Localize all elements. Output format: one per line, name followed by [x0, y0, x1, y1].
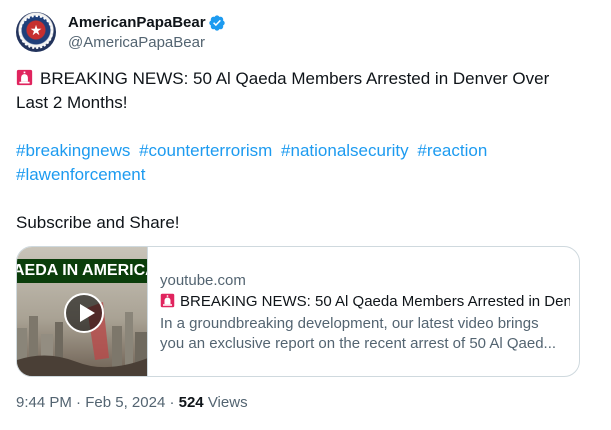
siren-icon	[16, 69, 33, 86]
avatar[interactable]: ★	[16, 12, 56, 52]
author-handle[interactable]: @AmericaPapaBear	[68, 33, 205, 53]
tweet-time[interactable]: 9:44 PM	[16, 394, 72, 411]
tweet-text: BREAKING NEWS: 50 Al Qaeda Members Arres…	[16, 67, 586, 235]
tweet-headline-part-1: BREAKING NEWS: 50 Al Qaeda Members Arres…	[40, 69, 550, 88]
tweet-meta: 9:44 PM · Feb 5, 2024 · 524 Views	[16, 393, 248, 413]
video-thumbnail[interactable]: AEDA IN AMERICA	[17, 247, 148, 376]
card-title-text: BREAKING NEWS: 50 Al Qaeda Members Arres…	[180, 293, 570, 310]
hashtags-line-1: #breakingnews #counterterrorism #nationa…	[16, 139, 586, 163]
meta-separator: ·	[76, 394, 82, 411]
thumbnail-text: AEDA IN AMERICA	[17, 259, 147, 283]
card-title: BREAKING NEWS: 50 Al Qaeda Members Arres…	[160, 292, 570, 312]
card-description: In a groundbreaking development, our lat…	[160, 314, 570, 354]
hashtag-breakingnews[interactable]: #breakingnews	[16, 141, 130, 160]
author-display-name[interactable]: AmericanPapaBear	[68, 13, 206, 33]
hashtags-line-2: #lawenforcement	[16, 163, 586, 187]
link-card-body: youtube.com BREAKING NEWS: 50 Al Qaeda M…	[160, 271, 570, 354]
avatar-star: ★	[29, 23, 43, 39]
hashtag-reaction[interactable]: #reaction	[417, 141, 487, 160]
hashtag-lawenforcement[interactable]: #lawenforcement	[16, 165, 145, 184]
card-description-line-2: you an exclusive report on the recent ar…	[160, 335, 557, 352]
card-domain: youtube.com	[160, 272, 246, 289]
link-card[interactable]: AEDA IN AMERICA youtube.com BREAKING NEW…	[16, 246, 580, 377]
views-count: 524	[178, 394, 204, 411]
tweet-line-2: Last 2 Months!	[16, 93, 128, 112]
siren-icon	[160, 293, 175, 308]
card-description-line-1: In a groundbreaking development, our lat…	[160, 315, 539, 332]
tweet-line-1: BREAKING NEWS: 50 Al Qaeda Members Arres…	[16, 67, 586, 91]
hashtag-counterterrorism[interactable]: #counterterrorism	[139, 141, 272, 160]
tweet-date[interactable]: Feb 5, 2024	[85, 394, 165, 411]
play-icon[interactable]	[64, 293, 104, 333]
views-label: Views	[207, 394, 248, 411]
verified-badge-icon	[209, 15, 225, 31]
hashtag-nationalsecurity[interactable]: #nationalsecurity	[281, 141, 409, 160]
meta-separator: ·	[169, 394, 175, 411]
tweet-cta: Subscribe and Share!	[16, 213, 180, 232]
